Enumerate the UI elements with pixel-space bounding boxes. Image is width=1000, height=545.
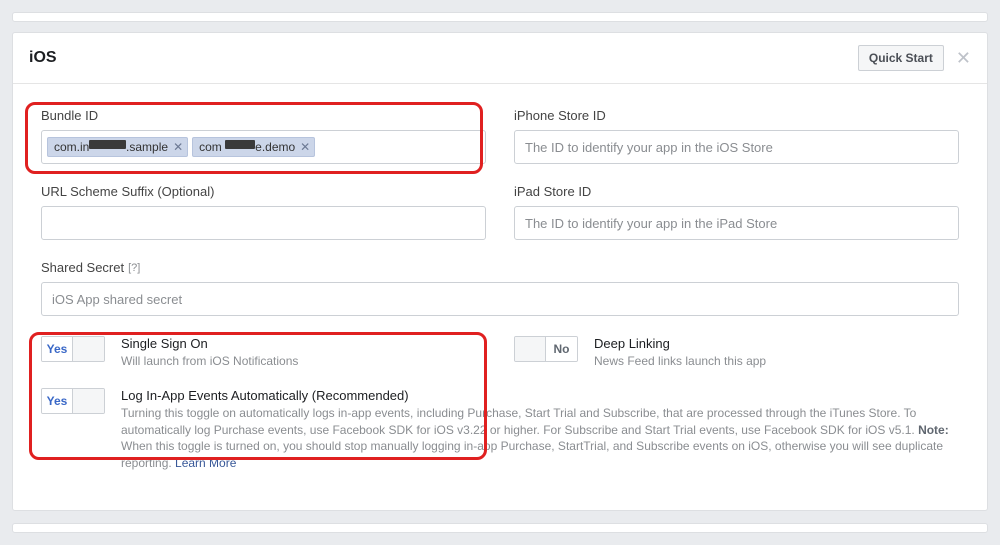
- iphone-store-id-input[interactable]: [514, 130, 959, 164]
- url-scheme-label: URL Scheme Suffix (Optional): [41, 184, 486, 199]
- remove-tag-icon[interactable]: ✕: [173, 141, 183, 153]
- log-events-toggle[interactable]: Yes No: [41, 388, 105, 414]
- bundle-id-tag[interactable]: com xxxxxe.demo ✕: [192, 137, 315, 157]
- log-events-title: Log In-App Events Automatically (Recomme…: [121, 388, 959, 403]
- ios-settings-card: iOS Quick Start ✕ Bundle ID com.ingxxxxx…: [12, 32, 988, 511]
- shared-secret-input[interactable]: [41, 282, 959, 316]
- iphone-store-id-label: iPhone Store ID: [514, 108, 959, 123]
- sso-toggle[interactable]: Yes No: [41, 336, 105, 362]
- url-scheme-input[interactable]: [41, 206, 486, 240]
- prev-section-stub: [12, 12, 988, 22]
- bundle-id-label: Bundle ID: [41, 108, 486, 123]
- sso-desc: Will launch from iOS Notifications: [121, 353, 486, 370]
- remove-tag-icon[interactable]: ✕: [300, 141, 310, 153]
- card-header: iOS Quick Start ✕: [13, 33, 987, 84]
- log-events-desc: Turning this toggle on automatically log…: [121, 405, 959, 472]
- bundle-id-tag[interactable]: com.ingxxxxx.sample ✕: [47, 137, 188, 157]
- ipad-store-id-input[interactable]: [514, 206, 959, 240]
- sso-title: Single Sign On: [121, 336, 486, 351]
- close-icon[interactable]: ✕: [956, 49, 971, 67]
- help-icon[interactable]: [?]: [128, 262, 140, 274]
- learn-more-link[interactable]: Learn More: [175, 456, 236, 470]
- section-title: iOS: [29, 49, 57, 67]
- quick-start-button[interactable]: Quick Start: [858, 45, 944, 71]
- deep-linking-desc: News Feed links launch this app: [594, 353, 959, 370]
- ipad-store-id-label: iPad Store ID: [514, 184, 959, 199]
- next-section-stub: [12, 523, 988, 533]
- deep-linking-toggle[interactable]: Yes No: [514, 336, 578, 362]
- shared-secret-label: Shared Secret [?]: [41, 260, 959, 275]
- deep-linking-title: Deep Linking: [594, 336, 959, 351]
- bundle-id-input[interactable]: com.ingxxxxx.sample ✕ com xxxxxe.demo ✕: [41, 130, 486, 164]
